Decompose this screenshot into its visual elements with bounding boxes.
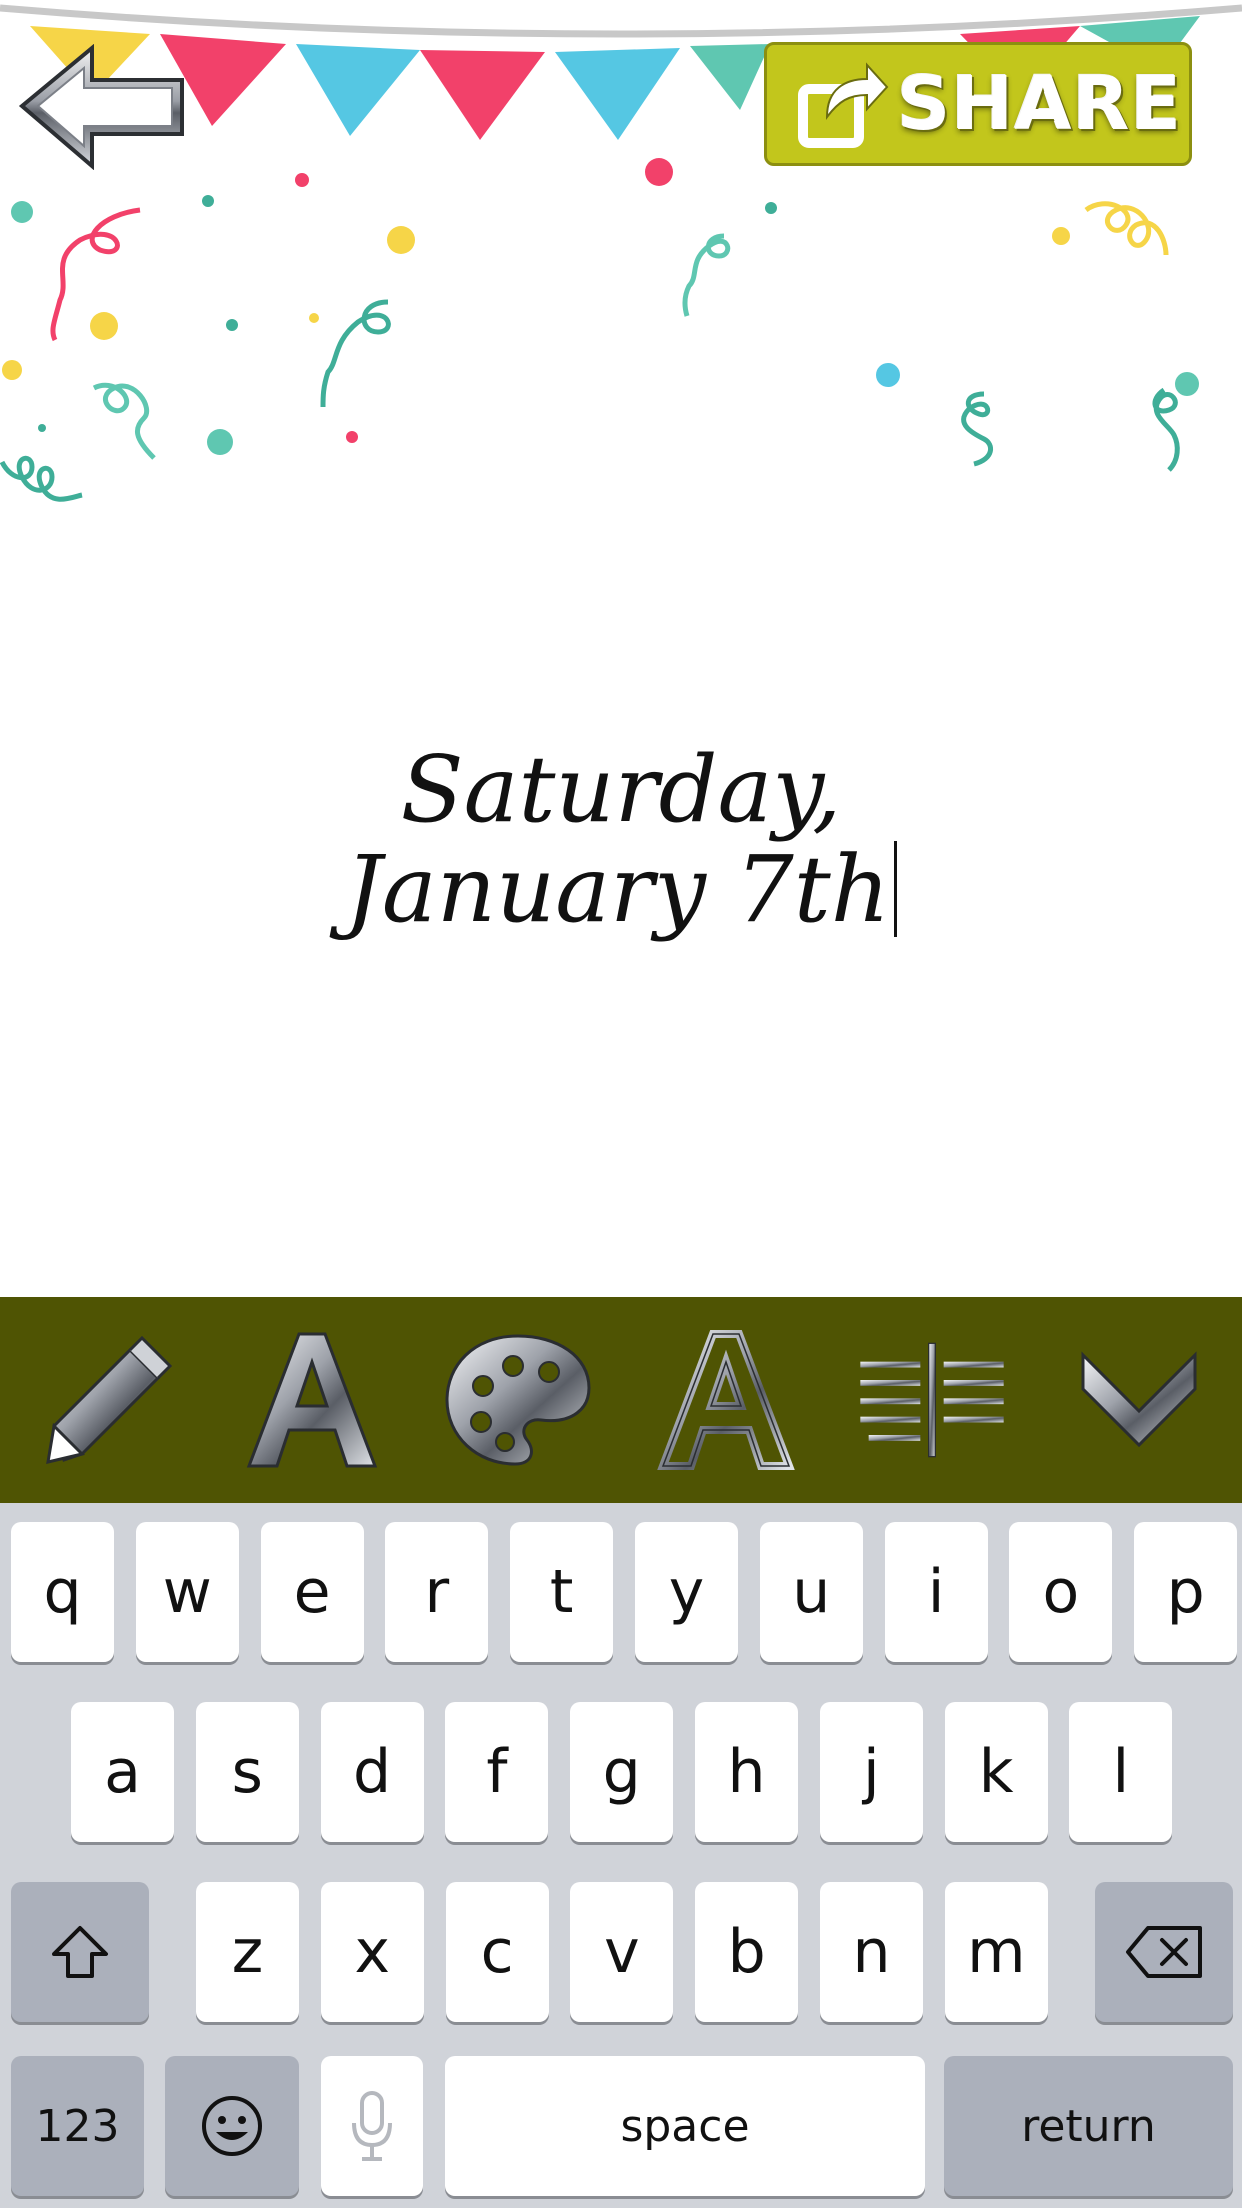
key-m[interactable]: m [944,1882,1048,2022]
streamer [1152,387,1180,472]
key-q[interactable]: q [11,1522,114,1662]
bunting-flag [555,48,680,140]
key-k[interactable]: k [944,1702,1048,1842]
streamer [92,382,156,460]
key-z[interactable]: z [196,1882,299,2022]
confetti-dot [1175,372,1199,396]
pencil-icon [45,1335,172,1464]
confetti-dot [2,360,22,380]
card-canvas: SHARE Saturday, January 7th [0,0,1242,1297]
key-n[interactable]: n [820,1882,923,2022]
card-text-line-1: Saturday, [400,736,842,843]
keyboard-row-4: 123 space return [0,2056,1242,2196]
key-h[interactable]: h [695,1702,798,1842]
streamer [320,299,391,408]
key-f[interactable]: f [445,1702,549,1842]
align-center-icon [859,1342,1004,1458]
confetti-dot [295,173,309,187]
streamer [0,455,83,502]
collapse-toolbar-button[interactable] [1064,1325,1214,1475]
numbers-key[interactable]: 123 [11,2056,144,2196]
confetti-dot [876,363,900,387]
backspace-icon [1126,1926,1202,1978]
card-text-line-2: January 7th [344,836,891,943]
bunting-flag [420,50,545,140]
confetti-dot [1052,227,1070,245]
shift-key[interactable] [11,1882,149,2022]
key-v[interactable]: v [570,1882,674,2022]
keyboard-row-2: asdfghjkl [0,1702,1242,1842]
key-r[interactable]: r [385,1522,489,1662]
confetti-dot [90,312,118,340]
confetti-dot [226,319,238,331]
outline-font-tool-button[interactable] [650,1325,800,1475]
confetti-dot [765,202,777,214]
card-text-editor[interactable]: Saturday, January 7th [180,740,1062,980]
text-cursor [894,841,898,937]
confetti-dot [202,195,214,207]
key-p[interactable]: p [1134,1522,1238,1662]
edit-toolbar [0,1297,1242,1503]
key-u[interactable]: u [759,1522,863,1662]
share-icon [798,62,889,148]
key-c[interactable]: c [445,1882,549,2022]
on-screen-keyboard: qwertyuiop asdfghjkl zxcvbnm 123 space r… [0,1503,1242,2208]
delete-key[interactable] [1095,1882,1233,2022]
pencil-tool-button[interactable] [29,1325,179,1475]
microphone-icon [352,2091,392,2161]
key-o[interactable]: o [1009,1522,1113,1662]
space-key[interactable]: space [445,2056,925,2196]
emoji-icon [202,2096,262,2156]
key-g[interactable]: g [570,1702,674,1842]
confetti-dot [387,226,415,254]
key-l[interactable]: l [1069,1702,1173,1842]
return-key[interactable]: return [944,2056,1233,2196]
keyboard-row-1: qwertyuiop [0,1522,1242,1662]
font-tool-button[interactable] [236,1325,386,1475]
key-b[interactable]: b [695,1882,799,2022]
confetti-dot [207,429,233,455]
palette-icon [444,1334,591,1466]
confetti-dot [645,158,673,186]
confetti-dot [11,201,33,223]
card-text-line-2-wrap: January 7th [180,840,1062,940]
font-icon [246,1332,377,1468]
key-j[interactable]: j [819,1702,923,1842]
shift-icon [52,1926,108,1978]
key-e[interactable]: e [260,1522,364,1662]
chevron-down-icon [1081,1351,1196,1448]
key-i[interactable]: i [884,1522,988,1662]
dictation-key[interactable] [321,2056,423,2196]
confetti-dot [346,431,358,443]
bunting-flag [690,44,770,110]
confetti-dot [38,424,46,432]
key-w[interactable]: w [135,1522,239,1662]
key-a[interactable]: a [71,1702,174,1842]
streamer [1084,201,1169,256]
share-button[interactable]: SHARE [764,42,1192,166]
outline-font-icon [656,1330,795,1470]
key-s[interactable]: s [195,1702,299,1842]
keyboard-row-3: zxcvbnm [0,1882,1242,2022]
streamer [682,233,731,317]
key-y[interactable]: y [635,1522,738,1662]
share-label: SHARE [897,61,1183,147]
confetti-dot [309,313,319,323]
back-button[interactable] [14,43,190,171]
key-x[interactable]: x [320,1882,424,2022]
key-t[interactable]: t [510,1522,614,1662]
key-d[interactable]: d [320,1702,424,1842]
alignment-tool-button[interactable] [857,1325,1007,1475]
emoji-key[interactable] [165,2056,299,2196]
bunting-flag [296,44,420,136]
left-arrow-icon [18,43,184,171]
color-tool-button[interactable] [443,1325,593,1475]
streamer [961,391,993,467]
